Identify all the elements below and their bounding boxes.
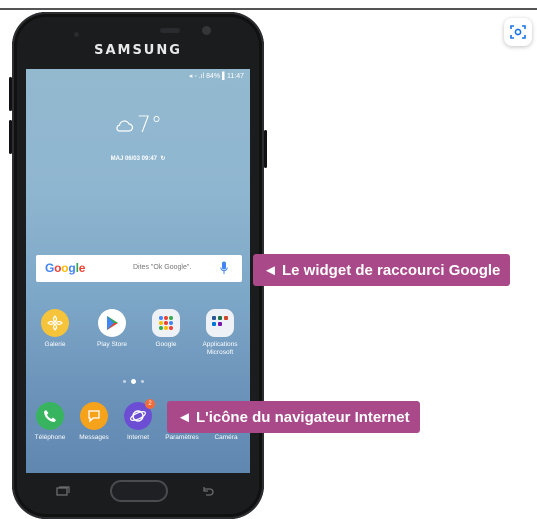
app-label: Messages <box>79 434 109 441</box>
recent-apps-icon[interactable] <box>56 486 70 496</box>
refresh-icon[interactable]: ↻ <box>159 156 165 162</box>
microphone-icon[interactable] <box>220 261 228 275</box>
app-label: Internet <box>126 434 150 441</box>
app-label: Téléphone <box>34 434 66 441</box>
brand-logo: SAMSUNG <box>94 43 182 58</box>
weather-updated: MAJ 06/03 09:47 ↻ <box>26 155 250 162</box>
google-folder-icon <box>152 309 180 337</box>
internet-browser-icon: 2 <box>124 399 155 430</box>
front-camera-icon <box>202 26 211 35</box>
top-divider <box>0 8 537 10</box>
volume-button <box>9 120 12 154</box>
status-bar: ◂ ◦ .ıl 84% ▌11:47 <box>188 73 244 80</box>
dock-internet[interactable]: 2 Internet <box>113 399 163 442</box>
messages-icon <box>80 402 108 430</box>
google-search-widget[interactable]: Google Dites "Ok Google". <box>36 255 242 282</box>
callout-google-widget: ◄ Le widget de raccourci Google <box>253 254 511 286</box>
phone-icon <box>36 402 64 430</box>
app-play-store[interactable]: Play Store <box>87 309 137 349</box>
visual-search-button[interactable] <box>504 18 532 46</box>
page-dot <box>141 380 144 383</box>
app-label: Caméra <box>214 434 238 441</box>
home-button[interactable] <box>110 480 168 502</box>
page-dot <box>123 380 126 383</box>
microsoft-folder-icon <box>206 309 234 337</box>
earpiece-speaker <box>160 28 180 33</box>
notification-badge: 2 <box>145 399 155 409</box>
dock-phone[interactable]: Téléphone <box>26 402 75 442</box>
page-indicator <box>123 379 144 384</box>
app-label: Google <box>155 341 177 348</box>
lens-scan-icon <box>510 25 526 39</box>
hardware-nav-bar <box>26 474 250 506</box>
app-microsoft-folder[interactable]: Applications Microsoft <box>195 309 245 357</box>
power-button <box>264 130 267 168</box>
app-label: Paramètres <box>165 434 199 441</box>
app-label: Play Store <box>97 341 127 348</box>
play-store-icon <box>98 309 126 337</box>
gallery-flower-icon <box>41 309 69 337</box>
callout-browser-icon: ◄ L'icône du navigateur Internet <box>167 401 420 433</box>
app-google-folder[interactable]: Google <box>141 309 191 349</box>
temperature: 7° <box>137 113 162 138</box>
google-search-hint: Dites "Ok Google". <box>133 264 192 271</box>
app-gallery[interactable]: Galerie <box>30 309 80 349</box>
app-label: Applications Microsoft <box>202 341 238 356</box>
home-page-dot <box>131 379 136 384</box>
cloud-icon <box>116 119 134 132</box>
volume-button <box>9 77 12 111</box>
google-logo: Google <box>45 261 86 275</box>
sensor-icon <box>74 32 79 37</box>
weather-widget[interactable]: 7° <box>26 113 250 138</box>
back-icon[interactable] <box>201 486 215 496</box>
app-label: Galerie <box>44 341 66 348</box>
weather-updated-text: MAJ 06/03 09:47 <box>110 156 157 162</box>
dock-messages[interactable]: Messages <box>69 402 119 442</box>
